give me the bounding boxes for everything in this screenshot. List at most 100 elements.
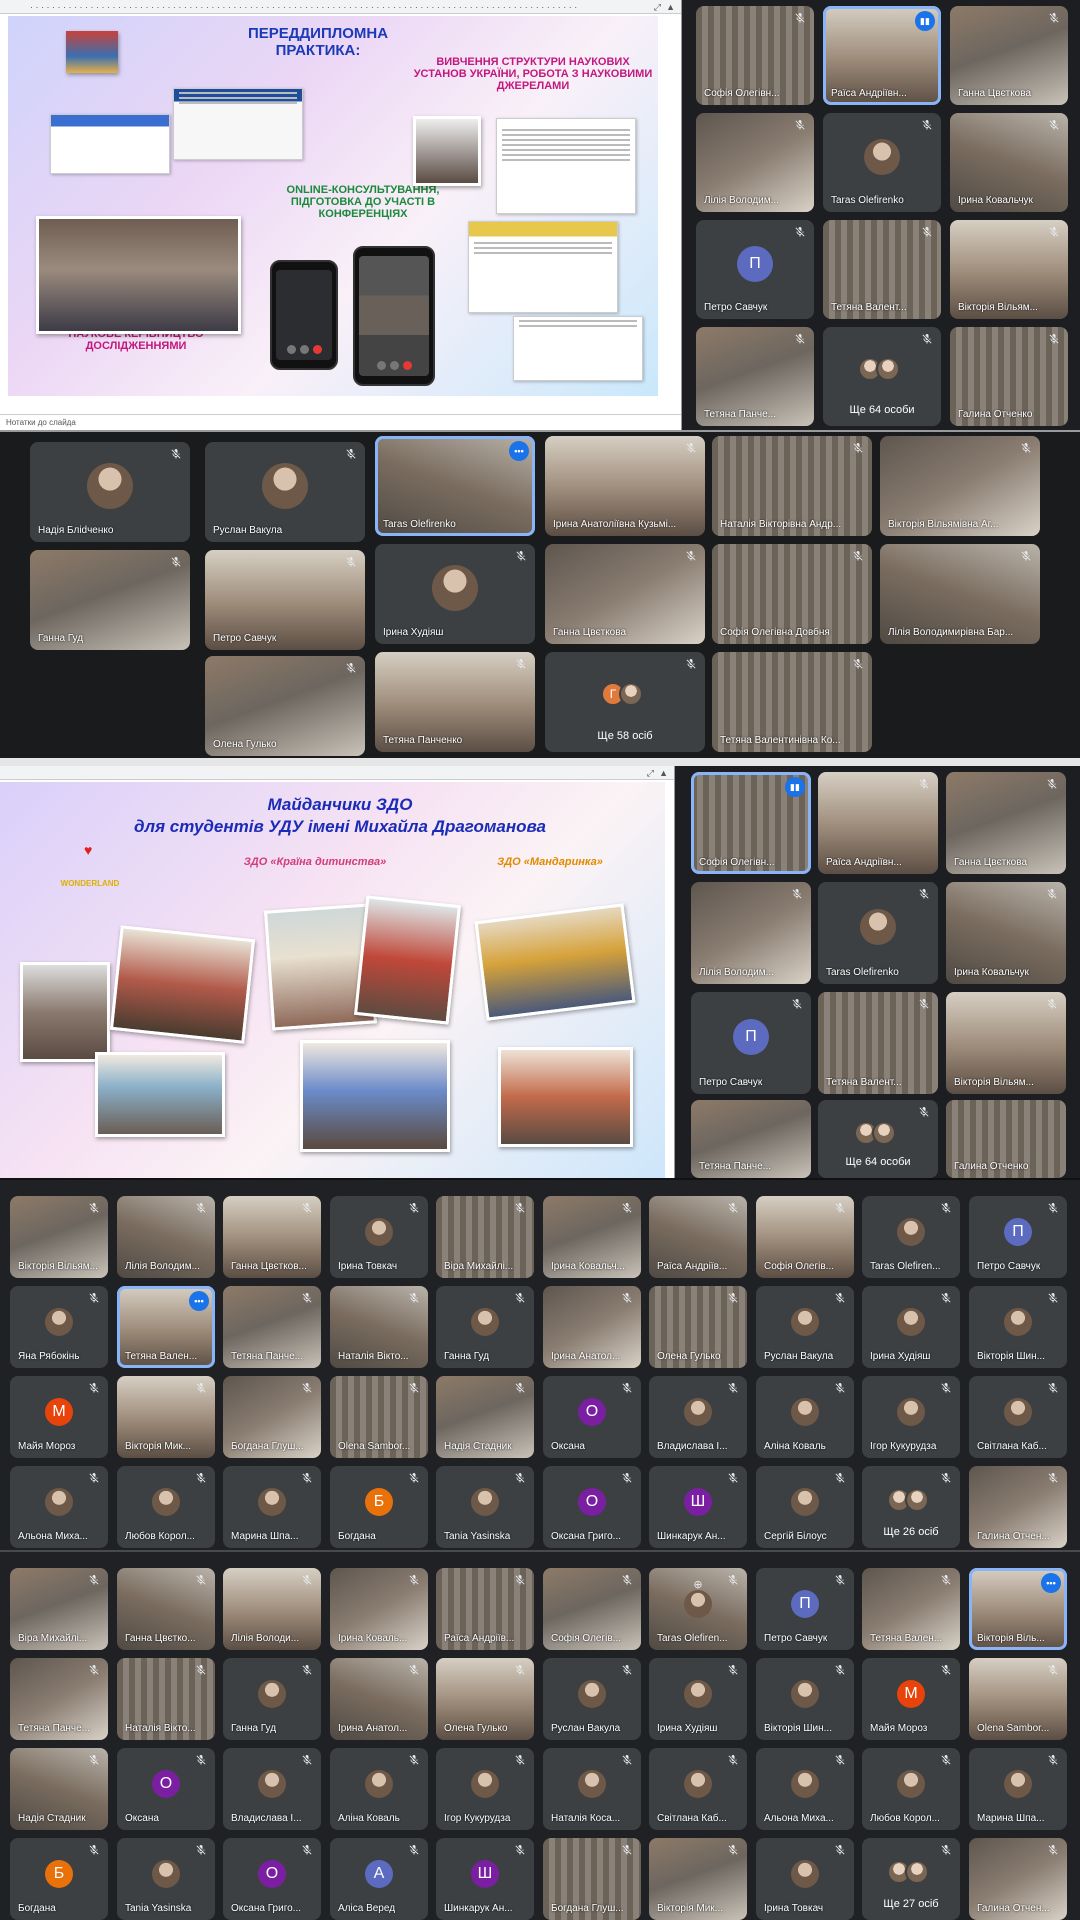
participant-tile[interactable]: Вікторія Шин... bbox=[969, 1286, 1067, 1368]
participant-tile[interactable]: Тетяна Валентинівна Ко... bbox=[712, 652, 872, 752]
participant-tile[interactable]: А Аліса Веред bbox=[330, 1838, 428, 1920]
participant-tile[interactable]: Наталія Вікто... bbox=[330, 1286, 428, 1368]
expand-icon[interactable]: ⤢ bbox=[647, 768, 654, 779]
participant-tile[interactable]: П Петро Савчук bbox=[696, 220, 814, 319]
participant-tile[interactable]: Вікторія Мик... bbox=[117, 1376, 215, 1458]
more-options-icon[interactable]: ••• bbox=[509, 441, 529, 461]
participant-tile[interactable]: М Майя Мороз bbox=[10, 1376, 108, 1458]
participant-tile[interactable]: Галина Отченко bbox=[946, 1100, 1066, 1178]
scroll-up-icon[interactable]: ▲ bbox=[659, 768, 668, 778]
participant-tile[interactable]: Владислава І... bbox=[649, 1376, 747, 1458]
participant-tile[interactable]: Ганна Цвєткова bbox=[950, 6, 1068, 105]
participant-tile[interactable]: Ірина Ковальч... bbox=[543, 1196, 641, 1278]
participant-tile[interactable]: Надія Стадник bbox=[436, 1376, 534, 1458]
participant-tile[interactable]: Ірина Товкач bbox=[330, 1196, 428, 1278]
participant-tile[interactable]: Тетяна Панче... bbox=[10, 1658, 108, 1740]
expand-icon[interactable]: ⤢ bbox=[654, 2, 661, 13]
participant-tile[interactable]: Вікторія Вільям... bbox=[950, 220, 1068, 319]
participant-tile[interactable]: Софія Олегів... bbox=[543, 1568, 641, 1650]
participant-tile[interactable]: Ірина Коваль... bbox=[330, 1568, 428, 1650]
participant-tile[interactable]: Olena Sambor... bbox=[969, 1658, 1067, 1740]
participant-tile[interactable]: Наталія Вікто... bbox=[117, 1658, 215, 1740]
participant-tile[interactable]: Олена Гулько bbox=[205, 656, 365, 756]
more-participants-tile[interactable]: Ще 64 особи bbox=[818, 1100, 938, 1178]
participant-tile[interactable]: Галина Отчен... bbox=[969, 1838, 1067, 1920]
participant-tile[interactable]: Taras Olefiren... ⊕ bbox=[649, 1568, 747, 1650]
participant-tile[interactable]: Лілія Володим... bbox=[117, 1196, 215, 1278]
participant-tile[interactable]: Світлана Каб... bbox=[649, 1748, 747, 1830]
participant-tile[interactable]: П Петро Савчук bbox=[969, 1196, 1067, 1278]
participant-tile[interactable]: Марина Шпа... bbox=[969, 1748, 1067, 1830]
participant-tile[interactable]: Богдана Глуш... bbox=[543, 1838, 641, 1920]
participant-tile[interactable]: Аліна Коваль bbox=[330, 1748, 428, 1830]
participant-tile[interactable]: Ігор Кукурудза bbox=[862, 1376, 960, 1458]
participant-tile[interactable]: П Петро Савчук bbox=[756, 1568, 854, 1650]
participant-tile[interactable]: Тетяна Панче... bbox=[223, 1286, 321, 1368]
participant-tile[interactable]: Софія Олегів... bbox=[756, 1196, 854, 1278]
participant-tile[interactable]: Tania Yasinska bbox=[117, 1838, 215, 1920]
participant-tile[interactable]: Галина Отченко bbox=[950, 327, 1068, 426]
participant-tile[interactable]: Ірина Товкач bbox=[756, 1838, 854, 1920]
participant-tile[interactable]: Віра Михайлі... bbox=[10, 1568, 108, 1650]
participant-tile[interactable]: Вікторія Мик... bbox=[649, 1838, 747, 1920]
participant-tile[interactable]: Раїса Андріївн... ▮▮ bbox=[823, 6, 941, 105]
more-participants-tile[interactable]: Ще 64 особи bbox=[823, 327, 941, 426]
participant-tile[interactable]: О Оксана Григо... bbox=[223, 1838, 321, 1920]
participant-tile[interactable]: Вікторія Шин... bbox=[756, 1658, 854, 1740]
participant-tile[interactable]: О Оксана Григо... bbox=[543, 1466, 641, 1548]
participant-tile[interactable]: Раїса Андріївн... bbox=[818, 772, 938, 874]
participant-tile[interactable]: Ірина Анатол... bbox=[543, 1286, 641, 1368]
participant-tile[interactable]: Петро Савчук bbox=[205, 550, 365, 650]
participant-tile[interactable]: Владислава І... bbox=[223, 1748, 321, 1830]
participant-tile[interactable]: Софія Олегівна Довбня bbox=[712, 544, 872, 644]
participant-tile[interactable]: Галина Отчен... bbox=[969, 1466, 1067, 1548]
more-options-icon[interactable]: ••• bbox=[1041, 1573, 1061, 1593]
participant-tile[interactable]: Тетяна Валент... bbox=[818, 992, 938, 1094]
participant-tile[interactable]: Лілія Володи... bbox=[223, 1568, 321, 1650]
participant-tile[interactable]: Наталія Вікторівна Андр... bbox=[712, 436, 872, 536]
more-options-icon[interactable]: ••• bbox=[189, 1291, 209, 1311]
participant-tile[interactable]: Taras Olefiren... bbox=[862, 1196, 960, 1278]
more-participants-tile[interactable]: Ще 27 осіб bbox=[862, 1838, 960, 1920]
more-participants-tile[interactable]: Г Ще 58 осіб bbox=[545, 652, 705, 752]
more-participants-tile[interactable]: Ще 26 осіб bbox=[862, 1466, 960, 1548]
participant-tile[interactable]: Олена Гулько bbox=[436, 1658, 534, 1740]
participant-tile[interactable]: Тетяна Валент... bbox=[823, 220, 941, 319]
participant-tile[interactable]: Ганна Гуд bbox=[436, 1286, 534, 1368]
participant-tile[interactable]: Ш Шинкарук Ан... bbox=[649, 1466, 747, 1548]
participant-tile[interactable]: Лілія Володим... bbox=[696, 113, 814, 212]
participant-tile[interactable]: Лілія Володим... bbox=[691, 882, 811, 984]
participant-tile[interactable]: Надія Бліdченко bbox=[30, 442, 190, 542]
participant-tile[interactable]: Софія Олегівн... bbox=[696, 6, 814, 105]
participant-tile[interactable]: Taras Olefirenko bbox=[823, 113, 941, 212]
participant-tile[interactable]: Яна Рябокінь bbox=[10, 1286, 108, 1368]
participant-tile[interactable]: Ганна Гуд bbox=[30, 550, 190, 650]
participant-tile[interactable]: Надія Стадник bbox=[10, 1748, 108, 1830]
participant-tile[interactable]: Вікторія Вільям... bbox=[946, 992, 1066, 1094]
participant-tile[interactable]: Olena Sambor... bbox=[330, 1376, 428, 1458]
participant-tile[interactable]: Раїса Андріїв... bbox=[649, 1196, 747, 1278]
participant-tile[interactable]: Альона Миха... bbox=[756, 1748, 854, 1830]
participant-tile[interactable]: Ганна Гуд bbox=[223, 1658, 321, 1740]
participant-tile[interactable]: Ш Шинкарук Ан... bbox=[436, 1838, 534, 1920]
participant-tile[interactable]: Ірина Анатол... bbox=[330, 1658, 428, 1740]
participant-tile[interactable]: Віра Михайлі... bbox=[436, 1196, 534, 1278]
participant-tile[interactable]: Руслан Вакула bbox=[756, 1286, 854, 1368]
participant-tile[interactable]: Ганна Цвєткова bbox=[946, 772, 1066, 874]
participant-tile[interactable]: Б Богдана bbox=[10, 1838, 108, 1920]
participant-tile[interactable]: Наталія Коса... bbox=[543, 1748, 641, 1830]
speaker-notes[interactable]: Нотатки до слайда bbox=[0, 414, 681, 430]
participant-tile[interactable]: Ірина Худіяш bbox=[649, 1658, 747, 1740]
participant-tile[interactable]: Вікторія Віль... ••• bbox=[969, 1568, 1067, 1650]
participant-tile[interactable]: Ганна Цвєтков... bbox=[223, 1196, 321, 1278]
participant-tile[interactable]: Аліна Коваль bbox=[756, 1376, 854, 1458]
participant-tile[interactable]: Тетяна Панченко bbox=[375, 652, 535, 752]
participant-tile[interactable]: Раїса Андріїв... bbox=[436, 1568, 534, 1650]
participant-tile[interactable]: Софія Олегівн... ▮▮ bbox=[691, 772, 811, 874]
participant-tile[interactable]: О Оксана bbox=[543, 1376, 641, 1458]
participant-tile[interactable]: Олена Гулько bbox=[649, 1286, 747, 1368]
participant-tile[interactable]: Любов Корол... bbox=[862, 1748, 960, 1830]
participant-tile[interactable]: Сергій Білоус bbox=[756, 1466, 854, 1548]
participant-tile[interactable]: Taras Olefirenko ••• bbox=[375, 436, 535, 536]
scroll-up-icon[interactable]: ▲ bbox=[666, 2, 675, 12]
